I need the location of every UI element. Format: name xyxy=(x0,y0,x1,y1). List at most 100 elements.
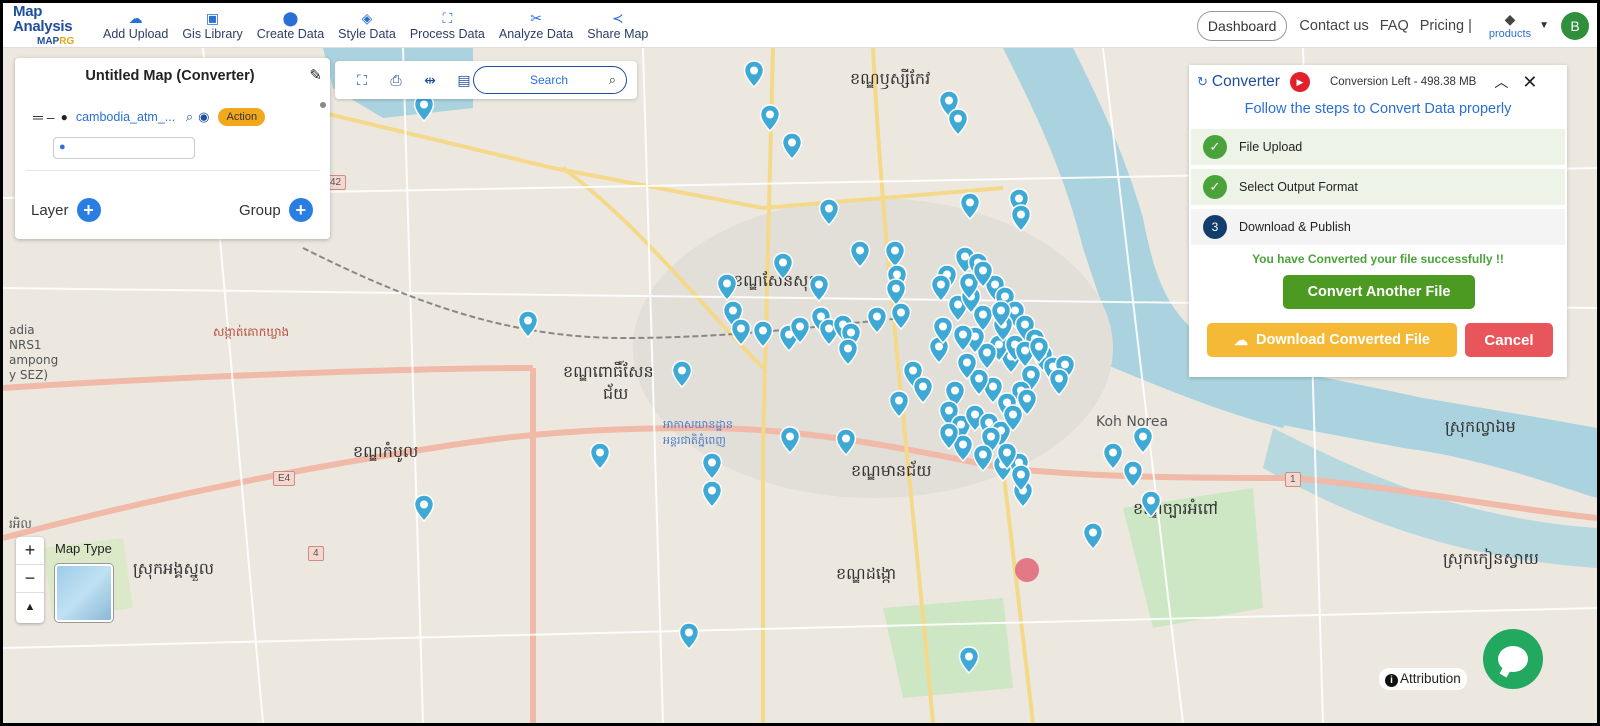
chevron-down-icon[interactable]: ▼ xyxy=(1539,20,1549,31)
refresh-icon[interactable]: ↻ xyxy=(1197,74,1208,90)
nav-create-data[interactable]: ⬤ Create Data xyxy=(257,10,324,41)
atm-marker-pin[interactable] xyxy=(1010,204,1032,232)
road-shield-4: 4 xyxy=(308,546,324,561)
atm-marker-pin[interactable] xyxy=(1102,442,1124,470)
atm-marker-pin[interactable] xyxy=(781,132,803,160)
zoom-out-button[interactable]: − xyxy=(16,565,44,593)
atm-marker-pin[interactable] xyxy=(716,273,738,301)
atm-marker-pin[interactable] xyxy=(1132,426,1154,454)
map-type-switcher[interactable] xyxy=(55,564,113,622)
atm-marker-pin[interactable] xyxy=(837,338,859,366)
map-type-label: Map Type xyxy=(55,541,112,556)
atm-marker-pin[interactable] xyxy=(947,108,969,136)
atm-marker-pin[interactable] xyxy=(701,452,723,480)
step-download-publish: 3 Download & Publish xyxy=(1191,209,1565,245)
youtube-icon[interactable]: ▶ xyxy=(1289,72,1310,92)
atm-marker-pin[interactable] xyxy=(517,310,539,338)
nav-process-data[interactable]: ⛶ Process Data xyxy=(410,10,485,41)
nav-gis-library[interactable]: ▣ Gis Library xyxy=(182,10,242,41)
nav-share-map[interactable]: ≺ Share Map xyxy=(587,10,648,41)
layer-item[interactable]: ═ – ● cambodia_atm_... ⌕ ◉ Action xyxy=(33,107,323,127)
atm-marker-pin[interactable] xyxy=(743,60,765,88)
atm-marker-pin[interactable] xyxy=(866,306,888,334)
atm-marker-pin[interactable] xyxy=(1122,460,1144,488)
pricing-link[interactable]: Pricing | xyxy=(1420,18,1472,34)
search-icon[interactable]: ⌕ xyxy=(609,72,616,88)
measure-icon[interactable]: ⇹ xyxy=(413,72,447,89)
atm-marker-pin[interactable] xyxy=(1016,388,1038,416)
nav-style-data[interactable]: ◈ Style Data xyxy=(338,10,396,41)
brand-logo[interactable]: Map Analysis MAPRG xyxy=(3,4,103,47)
zoom-in-button[interactable]: + xyxy=(16,537,44,565)
atm-marker-pin[interactable] xyxy=(990,300,1012,328)
selected-point-marker[interactable] xyxy=(1015,558,1039,582)
atm-marker-pin[interactable] xyxy=(752,320,774,348)
search-input[interactable]: Search ⌕ xyxy=(473,66,627,94)
convert-another-button[interactable]: Convert Another File xyxy=(1283,275,1475,309)
add-layer[interactable]: Layer + xyxy=(31,198,101,222)
atm-marker-pin[interactable] xyxy=(413,494,435,522)
layer-panel: Untitled Map (Converter) ✎ ═ – ● cambodi… xyxy=(15,58,330,239)
atm-marker-pin[interactable] xyxy=(972,260,994,288)
download-converted-button[interactable]: ☁ Download Converted File xyxy=(1207,323,1457,357)
atm-marker-pin[interactable] xyxy=(772,252,794,280)
compass-icon[interactable]: ▲ xyxy=(16,593,44,621)
atm-marker-pin[interactable] xyxy=(849,240,871,268)
atm-marker-pin[interactable] xyxy=(589,442,611,470)
atm-marker-pin[interactable] xyxy=(835,428,857,456)
dashboard-button[interactable]: Dashboard xyxy=(1196,10,1288,41)
close-icon[interactable]: ✕ xyxy=(1522,72,1537,93)
atm-marker-pin[interactable] xyxy=(952,324,974,352)
atm-marker-pin[interactable] xyxy=(956,352,978,380)
nav-analyze-data[interactable]: ✂ Analyze Data xyxy=(499,10,573,41)
products-menu[interactable]: ◆ products xyxy=(1489,11,1531,40)
atm-marker-pin[interactable] xyxy=(1140,490,1162,518)
atm-marker-pin[interactable] xyxy=(958,646,980,674)
atm-marker-pin[interactable] xyxy=(818,198,840,226)
attribution-button[interactable]: i Attribution xyxy=(1379,668,1467,690)
map-title: Untitled Map (Converter) xyxy=(85,68,255,84)
atm-marker-pin[interactable] xyxy=(1028,336,1050,364)
faq-link[interactable]: FAQ xyxy=(1380,18,1409,34)
map-label-pong: ampong xyxy=(9,353,59,367)
atm-marker-pin[interactable] xyxy=(996,442,1018,470)
atm-marker-pin[interactable] xyxy=(1082,522,1104,550)
atm-marker-pin[interactable] xyxy=(789,316,811,344)
nav-add-upload[interactable]: ☁ Add Upload xyxy=(103,10,168,41)
add-group-button[interactable]: + xyxy=(288,198,313,222)
atm-marker-pin[interactable] xyxy=(701,480,723,508)
fullscreen-icon[interactable]: ⛶ xyxy=(345,72,379,89)
contact-link[interactable]: Contact us xyxy=(1299,18,1368,34)
cancel-button[interactable]: Cancel xyxy=(1465,323,1553,357)
action-button[interactable]: Action xyxy=(218,108,266,126)
add-layer-button[interactable]: + xyxy=(76,198,101,222)
atm-marker-pin[interactable] xyxy=(671,360,693,388)
atm-marker-pin[interactable] xyxy=(808,274,830,302)
collapse-icon[interactable]: ︿ xyxy=(1494,72,1508,92)
atm-marker-pin[interactable] xyxy=(888,390,910,418)
pencil-icon[interactable]: ✎ xyxy=(309,66,322,84)
atm-marker-pin[interactable] xyxy=(972,444,994,472)
atm-marker-pin[interactable] xyxy=(1048,368,1070,396)
add-group[interactable]: Group + xyxy=(239,198,313,222)
chat-button[interactable] xyxy=(1483,629,1543,689)
step-number: 3 xyxy=(1203,215,1227,239)
zoom-to-layer-icon[interactable]: ⌕ xyxy=(186,109,193,125)
atm-marker-pin[interactable] xyxy=(779,426,801,454)
map-label-sez: y SEZ) xyxy=(9,368,49,382)
atm-marker-pin[interactable] xyxy=(730,318,752,346)
atm-marker-pin[interactable] xyxy=(912,376,934,404)
atm-marker-pin[interactable] xyxy=(759,104,781,132)
drag-handle-icon[interactable]: ═ – xyxy=(33,109,55,125)
layer-name[interactable]: cambodia_atm_... xyxy=(76,110,186,124)
brand-subtitle: MAPRG xyxy=(37,35,75,47)
avatar[interactable]: B xyxy=(1561,11,1589,40)
paint-bucket-icon: ◈ xyxy=(361,9,373,26)
location-input[interactable]: ● xyxy=(53,137,195,159)
atm-marker-pin[interactable] xyxy=(959,192,981,220)
eye-icon[interactable]: ◉ xyxy=(198,109,209,125)
atm-marker-pin[interactable] xyxy=(938,422,960,450)
atm-marker-pin[interactable] xyxy=(890,302,912,330)
print-icon[interactable]: ⎙ xyxy=(379,72,413,89)
atm-marker-pin[interactable] xyxy=(678,622,700,650)
